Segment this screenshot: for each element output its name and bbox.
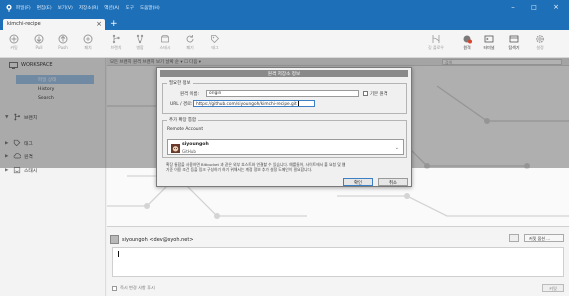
pull-button[interactable]: Pull	[27, 32, 51, 56]
default-remote-label: 기본 원격	[370, 92, 388, 97]
menu-tools[interactable]: 도구	[125, 5, 133, 11]
commit-submit-button[interactable]: 커밋	[542, 284, 564, 292]
url-label: URL / 경로:	[170, 102, 193, 107]
minimize-button[interactable]: –	[506, 3, 520, 11]
account-name: siyoungoh	[182, 142, 209, 147]
settings-button[interactable]: 설정	[528, 32, 552, 56]
git-flow-icon	[432, 35, 440, 43]
commit-icon	[9, 34, 19, 44]
menu-edit[interactable]: 편집(E)	[37, 5, 52, 11]
branch-icon	[112, 34, 120, 44]
remote-details-dialog: 원격 저장소 정보 필요한 정보 원격 이름: origin 기본 원격 URL…	[156, 67, 412, 187]
close-window-button[interactable]: ×	[549, 3, 563, 11]
menu-help[interactable]: 도움말(H)	[140, 5, 160, 11]
stash-label: 스태시	[159, 45, 171, 50]
integration-note-line-2: 기준 이용 조건 등을 링크 구성하기 하기 위해서는 계정 정보 추가 설정 …	[166, 167, 313, 172]
explorer-label: 탐색기	[508, 45, 520, 50]
url-value: https://github.com/siyoungoh/kimchi-reci…	[196, 102, 297, 107]
terminal-label: 터미널	[483, 45, 495, 50]
merge-button[interactable]: 병합	[128, 32, 152, 56]
commit-message-input[interactable]	[112, 247, 564, 277]
remote-name-input[interactable]: origin	[206, 90, 359, 97]
tab-label: kimchi-recipe	[7, 21, 41, 27]
maximize-button[interactable]: □	[527, 4, 541, 11]
app-window: 파일(F) 편집(E) 보기(V) 저장소(R) 액션(A) 도구 도움말(H)…	[0, 0, 569, 296]
push-immediately-option[interactable]: 즉시 변경 사항 푸시	[112, 285, 155, 291]
menu-actions[interactable]: 액션(A)	[104, 5, 119, 11]
title-bar: 파일(F) 편집(E) 보기(V) 저장소(R) 액션(A) 도구 도움말(H)…	[0, 0, 569, 30]
stash-button[interactable]: 스태시	[153, 32, 177, 56]
tab-kimchi-recipe[interactable]: kimchi-recipe ×	[3, 19, 105, 30]
commit-options-dropdown[interactable]: 커밋 옵션 ...	[524, 234, 564, 242]
pull-icon	[34, 34, 44, 44]
stash-icon	[161, 35, 169, 43]
pull-label: Pull	[35, 45, 43, 50]
default-remote-checkbox[interactable]	[363, 91, 368, 96]
add-tab-button[interactable]: +	[110, 19, 118, 29]
branch-label: 브랜치	[110, 45, 122, 50]
push-icon	[58, 34, 68, 44]
cancel-button[interactable]: 취소	[378, 178, 408, 186]
tag-label: 태그	[211, 45, 219, 50]
text-cursor	[297, 101, 299, 106]
commit-label: 커밋	[10, 45, 18, 50]
menu-bar: 파일(F) 편집(E) 보기(V) 저장소(R) 액션(A) 도구 도움말(H)	[16, 5, 160, 11]
extended-integration-group: 추가 확장 통합 Remote Account siyoungoh GitHub…	[162, 117, 407, 158]
discard-button[interactable]: 폐기	[178, 32, 202, 56]
terminal-button[interactable]: 터미널	[477, 32, 501, 56]
fetch-button[interactable]: 패치	[76, 32, 100, 56]
menu-repository[interactable]: 저장소(R)	[79, 5, 98, 11]
remote-button[interactable]: 원격	[455, 32, 479, 56]
remote-name-label: 원격 이름:	[180, 92, 200, 97]
explorer-icon	[509, 35, 519, 43]
commit-author: siyoungoh <dev@syoh.net>	[110, 235, 194, 244]
remote-account-label: Remote Account	[167, 127, 204, 132]
author-text: siyoungoh <dev@syoh.net>	[122, 236, 194, 243]
settings-label: 설정	[536, 45, 544, 50]
avatar	[110, 235, 119, 244]
git-flow-button[interactable]: 깃 플로우	[423, 32, 449, 56]
remote-icon	[463, 35, 472, 44]
url-input[interactable]: https://github.com/siyoungoh/kimchi-reci…	[193, 100, 315, 107]
merge-label: 병합	[136, 45, 144, 50]
commit-settings-icon[interactable]	[509, 234, 519, 242]
chevron-right-icon: ▶	[5, 167, 9, 173]
tag-button[interactable]: 태그	[203, 32, 227, 56]
fetch-icon	[83, 34, 93, 44]
ok-button[interactable]: 확인	[343, 178, 373, 186]
commit-button[interactable]: 커밋	[2, 32, 26, 56]
settings-icon	[536, 35, 544, 43]
push-button[interactable]: Push	[51, 32, 75, 56]
account-host: GitHub	[182, 149, 196, 154]
tag-icon	[211, 35, 220, 44]
text-cursor	[118, 251, 119, 257]
close-tab-icon[interactable]: ×	[96, 20, 102, 28]
discard-label: 폐기	[186, 45, 194, 50]
branch-button[interactable]: 브랜치	[104, 32, 128, 56]
discard-icon	[186, 35, 194, 43]
sourcetree-logo-icon	[6, 4, 12, 12]
push-label: Push	[58, 45, 68, 50]
remote-label: 원격	[463, 45, 471, 50]
menu-file[interactable]: 파일(F)	[16, 5, 31, 11]
fetch-label: 패치	[84, 45, 92, 50]
extended-integration-legend: 추가 확장 통합	[167, 117, 199, 123]
explorer-button[interactable]: 탐색기	[502, 32, 526, 56]
dialog-title: 원격 저장소 정보	[160, 70, 408, 77]
push-immediately-label: 즉시 변경 사항 푸시	[120, 285, 155, 290]
menu-view[interactable]: 보기(V)	[58, 5, 73, 11]
integration-note: 확장 통합을 사용하면 Bitbucket 과 같은 외부 호스트와 연결할 수…	[166, 162, 406, 172]
terminal-icon	[484, 35, 494, 43]
required-info-legend: 필요한 정보	[167, 80, 193, 86]
toolbar: 커밋 Pull Push 패치 브랜치 병합 스태시 폐기 태그 깃 플로우 원…	[0, 30, 569, 58]
github-octocat-icon	[171, 144, 180, 153]
commit-panel: siyoungoh <dev@syoh.net> 커밋 옵션 ... 즉시 변경…	[107, 226, 569, 296]
git-flow-label: 깃 플로우	[428, 45, 444, 50]
merge-icon	[136, 34, 144, 44]
chevron-down-icon: ⌄	[394, 145, 399, 151]
push-immediately-checkbox[interactable]	[112, 285, 117, 291]
required-info-group: 필요한 정보 원격 이름: origin 기본 원격 URL / 경로: htt…	[162, 80, 407, 114]
remote-account-select[interactable]: siyoungoh GitHub ⌄	[167, 139, 404, 155]
